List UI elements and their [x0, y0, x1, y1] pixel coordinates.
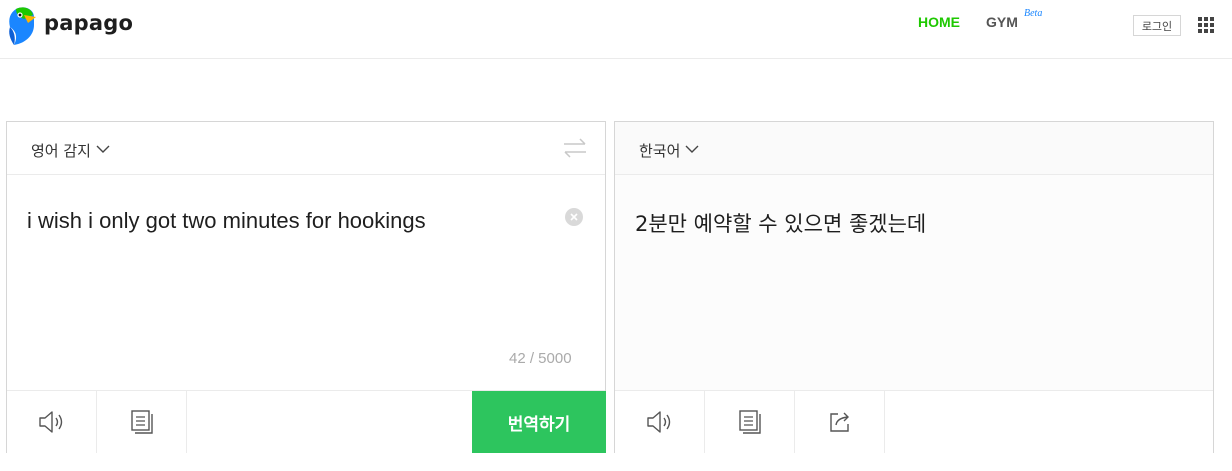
source-language-select[interactable]: 영어 감지: [31, 140, 110, 161]
copy-translation-button[interactable]: [705, 391, 795, 453]
chevron-down-icon: [96, 145, 110, 153]
papago-logo[interactable]: papago: [6, 5, 133, 45]
chevron-down-icon: [685, 145, 699, 153]
source-language-label: 영어 감지: [31, 142, 91, 160]
source-panel-footer: 번역하기: [7, 390, 606, 453]
target-panel-header: 한국어: [615, 122, 1213, 175]
share-icon: [829, 412, 849, 432]
translation-output: 2분만 예약할 수 있으면 좋겠는데: [635, 212, 927, 236]
login-button[interactable]: 로그인: [1133, 15, 1181, 36]
source-panel: 영어 감지 i wish i only got two minutes for …: [6, 121, 606, 453]
top-header: papago HOME GYM Beta 로그인: [0, 0, 1232, 59]
logo-text: papago: [44, 11, 134, 35]
speaker-icon: [38, 411, 62, 433]
nav-home-link[interactable]: HOME: [918, 14, 960, 30]
source-text-input[interactable]: i wish i only got two minutes for hookin…: [27, 208, 426, 234]
listen-translation-button[interactable]: [615, 391, 705, 453]
translate-button[interactable]: 번역하기: [472, 391, 606, 453]
copy-source-button[interactable]: [97, 391, 187, 453]
parrot-logo-icon: [9, 7, 36, 45]
nav-gym-link[interactable]: GYM: [986, 14, 1018, 30]
copy-icon: [130, 410, 153, 434]
character-count: 42 / 5000: [509, 350, 572, 367]
target-panel-footer: [615, 390, 1213, 453]
target-panel: 한국어 2분만 예약할 수 있으면 좋겠는데: [614, 121, 1214, 453]
clear-text-icon[interactable]: [565, 208, 583, 226]
listen-source-button[interactable]: [7, 391, 97, 453]
target-language-select[interactable]: 한국어: [639, 140, 699, 161]
share-translation-button[interactable]: [795, 391, 885, 453]
source-panel-header: 영어 감지: [7, 122, 605, 175]
speaker-icon: [646, 411, 670, 433]
swap-languages-icon[interactable]: [563, 138, 587, 158]
grid-apps-icon[interactable]: [1198, 17, 1214, 33]
close-icon: [570, 213, 578, 221]
beta-badge: Beta: [1024, 8, 1043, 19]
target-language-label: 한국어: [639, 142, 681, 160]
copy-icon: [738, 410, 761, 434]
